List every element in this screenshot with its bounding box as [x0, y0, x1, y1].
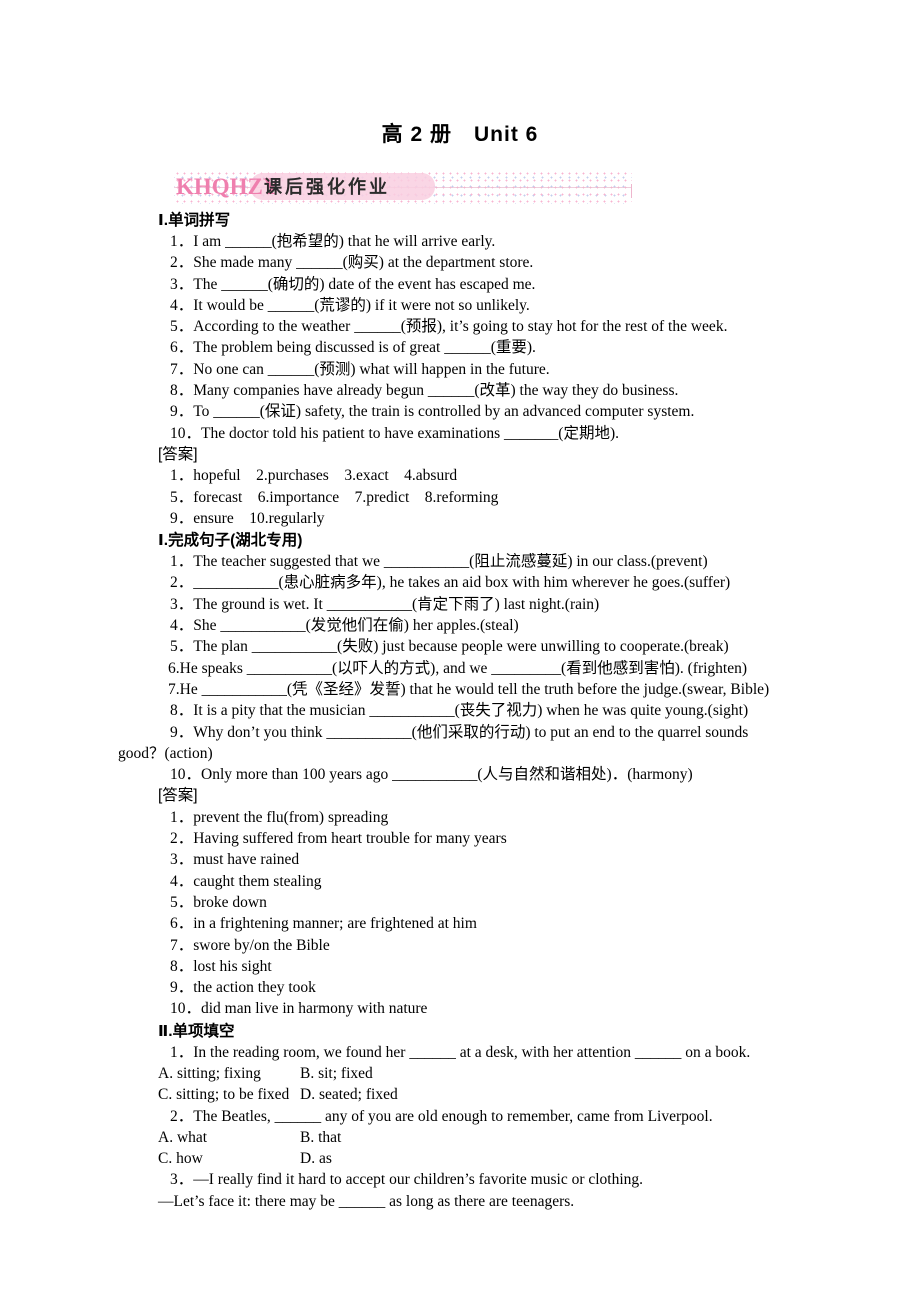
answer-2-5: 5．broke down [170, 893, 267, 911]
section-3-heading: Ⅱ.单项填空 [158, 1022, 235, 1040]
mc-question-1-options-row-2: C. sitting; to be fixed D. seated; fixed [150, 1084, 800, 1105]
question-2-2: 2．___________(患心脏病多年), he takes an aid b… [170, 574, 731, 592]
question-1-8: 8．Many companies have already begun ____… [170, 382, 679, 400]
banner-label: 课后强化作业 [264, 177, 390, 197]
answer-2-3: 3．must have rained [170, 851, 300, 869]
question-1-2: 2．She made many ______(购买) at the depart… [170, 254, 534, 272]
question-1-7: 7．No one can ______(预测) what will happen… [170, 360, 550, 378]
banner-end-tick [631, 184, 632, 198]
question-2-9: 9．Why don’t you think ___________(他们采取的行… [170, 723, 753, 741]
section-1-heading: Ⅰ.单词拼写 [158, 212, 231, 229]
question-2-6: 6.He speaks ___________(以吓人的方式), and we … [168, 659, 748, 677]
answer-2-6: 6．in a frightening manner; are frightene… [170, 915, 477, 933]
mc-question-2-options-row-1: A. what B. that [150, 1127, 800, 1148]
answer-label-1: [答案] [158, 445, 198, 463]
question-2-4: 4．She ___________(发觉他们在偷) her apples.(st… [170, 617, 519, 635]
question-1-1: 1．I am ______(抱希望的) that he will arrive … [170, 233, 496, 250]
page-title: 高 2 册 Unit 6 [381, 123, 539, 146]
question-2-7: 7.He ___________(凭《圣经》发誓) that he would … [168, 680, 770, 698]
question-2-3: 3．The ground is wet. It ___________(肯定下雨… [170, 595, 600, 613]
mc-1-option-b[interactable]: B. sit; fixed [300, 1065, 373, 1082]
mc-1-option-d[interactable]: D. seated; fixed [300, 1086, 398, 1103]
question-2-1: 1．The teacher suggested that we ________… [170, 553, 708, 571]
answer-2-8: 8．lost his sight [170, 957, 272, 975]
mc-question-1-options-row-1: A. sitting; fixing B. sit; fixed [150, 1063, 800, 1084]
answer-2-2: 2．Having suffered from heart trouble for… [170, 830, 507, 848]
mc-question-1-stem: 1．In the reading room, we found her ____… [170, 1043, 751, 1061]
mc-2-option-d[interactable]: D. as [300, 1150, 332, 1167]
question-1-10: 10．The doctor told his patient to have e… [170, 424, 619, 442]
answer-2-9: 9．the action they took [170, 979, 316, 997]
answer-2-1: 1．prevent the flu(from) spreading [170, 808, 389, 826]
answer-label-2: [答案] [158, 787, 198, 805]
answer-1-c: 9．ensure 10.regularly [170, 509, 325, 527]
question-2-9-continuation: good？(action) [118, 744, 213, 762]
answer-1-b: 5．forecast 6.importance 7.predict 8.refo… [170, 488, 499, 506]
mc-question-2-stem: 2．The Beatles, ______ any of you are old… [170, 1107, 713, 1125]
mc-2-option-c[interactable]: C. how [158, 1148, 300, 1169]
question-2-5: 5．The plan ___________(失败) just because … [170, 638, 729, 656]
mc-question-2-options-row-2: C. how D. as [150, 1148, 800, 1169]
section-complete-sentences: Ⅰ.完成句子(湖北专用) 1．The teacher suggested tha… [118, 530, 800, 1020]
question-1-4: 4．It would be ______(荒谬的) if it were not… [170, 296, 530, 314]
mc-2-option-a[interactable]: A. what [158, 1127, 300, 1148]
section-multiple-choice: Ⅱ.单项填空 1．In the reading room, we found h… [150, 1021, 800, 1212]
mc-question-3-stem: 3．—I really find it hard to accept our c… [170, 1171, 644, 1189]
answer-1-a: 1．hopeful 2.purchases 3.exact 4.absurd [170, 467, 458, 485]
answer-2-10: 10．did man live in harmony with nature [170, 1000, 428, 1018]
question-1-6: 6．The problem being discussed is of grea… [170, 339, 536, 357]
question-2-8: 8．It is a pity that the musician _______… [170, 702, 749, 720]
mc-2-option-b[interactable]: B. that [300, 1129, 341, 1146]
exercise-banner: KHQHZY 课后强化作业 [146, 170, 632, 204]
question-1-5: 5．According to the weather ______(预报), i… [170, 318, 728, 336]
mc-1-option-c[interactable]: C. sitting; to be fixed [158, 1084, 300, 1105]
question-1-3: 3．The ______(确切的) date of the event has … [170, 275, 536, 293]
answer-2-7: 7．swore by/on the Bible [170, 936, 330, 954]
section-word-spelling: Ⅰ.单词拼写 1．I am ______(抱希望的) that he will … [150, 210, 800, 529]
worksheet-page: 高 2 册 Unit 6 KHQHZY 课后强化作业 Ⅰ.单词拼写 1．I am… [0, 0, 920, 1302]
mc-question-3-stem-reply: —Let’s face it: there may be ______ as l… [158, 1192, 575, 1210]
mc-1-option-a[interactable]: A. sitting; fixing [158, 1063, 300, 1084]
answer-2-4: 4．caught them stealing [170, 872, 322, 890]
section-2-heading: Ⅰ.完成句子(湖北专用) [158, 532, 303, 550]
question-1-9: 9．To ______(保证) safety, the train is con… [170, 403, 695, 421]
question-2-10: 10．Only more than 100 years ago ________… [170, 766, 693, 784]
